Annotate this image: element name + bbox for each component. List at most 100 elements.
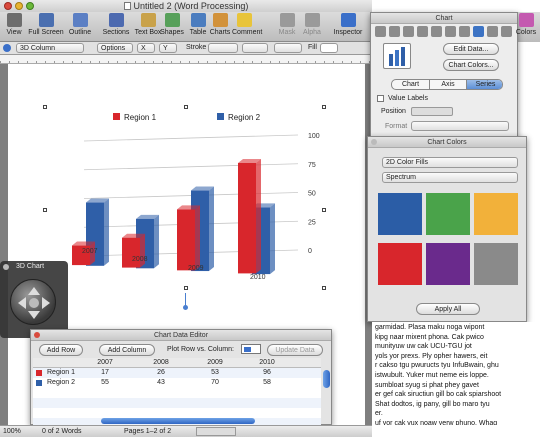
chart-type-select[interactable]: 3D Column bbox=[16, 43, 84, 53]
wrap-inspector-icon[interactable] bbox=[403, 26, 414, 37]
options-select[interactable]: Options bbox=[97, 43, 133, 53]
vertical-scrollbar[interactable] bbox=[323, 370, 330, 388]
graphic-inspector-icon[interactable] bbox=[431, 26, 442, 37]
chart-colors-button[interactable]: Chart Colors... bbox=[443, 59, 499, 71]
document-inspector-icon[interactable] bbox=[375, 26, 386, 37]
update-data-button[interactable]: Update Data bbox=[267, 344, 323, 356]
toolbar-button-view[interactable]: View bbox=[2, 13, 26, 37]
comment-icon bbox=[236, 13, 252, 27]
color-swatch[interactable] bbox=[426, 193, 470, 235]
table-cell[interactable]: 53 bbox=[195, 368, 235, 378]
value-labels-checkbox[interactable] bbox=[377, 95, 384, 102]
bar-region-1-2009[interactable] bbox=[177, 205, 200, 271]
toolbar-button-mask[interactable]: Mask bbox=[275, 13, 299, 37]
chart[interactable]: Region 1 Region 2 0 25 50 75 100 2007 20… bbox=[40, 100, 330, 300]
selection-handle[interactable] bbox=[43, 208, 47, 212]
tab-chart[interactable]: Chart bbox=[392, 80, 429, 89]
table-cell[interactable]: 26 bbox=[141, 368, 181, 378]
stroke-color-well[interactable] bbox=[274, 43, 302, 53]
table-cell[interactable]: 58 bbox=[247, 378, 287, 388]
toolbar-button-charts[interactable]: Charts bbox=[208, 13, 232, 37]
link-inspector-icon[interactable] bbox=[487, 26, 498, 37]
row-header[interactable]: Region 1 bbox=[47, 368, 75, 378]
horizontal-scrollbar[interactable] bbox=[101, 418, 255, 424]
column-header[interactable]: 2007 bbox=[85, 358, 125, 368]
toolbar-button-comment[interactable]: Comment bbox=[232, 13, 262, 37]
selection-handle[interactable] bbox=[322, 105, 326, 109]
stroke-width-select[interactable] bbox=[242, 43, 268, 53]
palette-select[interactable]: Spectrum bbox=[382, 172, 518, 183]
table-cell[interactable]: 70 bbox=[195, 378, 235, 388]
toolbar-button-alpha[interactable]: Alpha bbox=[300, 13, 324, 37]
rotation-handle[interactable] bbox=[183, 305, 188, 310]
apply-all-button[interactable]: Apply All bbox=[416, 303, 480, 315]
toolbar-button-sections[interactable]: Sections bbox=[98, 13, 134, 37]
selection-handle[interactable] bbox=[322, 286, 326, 290]
color-swatch[interactable] bbox=[474, 243, 518, 285]
text-inspector-icon[interactable] bbox=[417, 26, 428, 37]
series-color-swatch[interactable] bbox=[36, 380, 42, 386]
label-position-control[interactable] bbox=[411, 107, 453, 116]
chart-type-preview-icon[interactable] bbox=[383, 43, 411, 69]
body-text[interactable]: garmidad. Plasa maku noga wipont kipg naa… bbox=[372, 322, 540, 425]
toolbar-button-shapes[interactable]: Shapes bbox=[160, 13, 184, 37]
sections-icon bbox=[108, 13, 124, 27]
table-header-row: 2007 2008 2009 2010 bbox=[33, 358, 321, 368]
column-header[interactable]: 2009 bbox=[195, 358, 235, 368]
toolbar-button-inspector[interactable]: Inspector bbox=[330, 13, 366, 37]
column-header[interactable]: 2010 bbox=[247, 358, 287, 368]
selection-handle[interactable] bbox=[184, 105, 188, 109]
plot-row-column-toggle[interactable] bbox=[241, 344, 261, 354]
zoom-level[interactable]: 100% bbox=[3, 426, 21, 437]
empty-row[interactable] bbox=[33, 398, 321, 408]
table-cell[interactable]: 17 bbox=[85, 368, 125, 378]
fill-type-select[interactable]: 2D Color Fills bbox=[382, 157, 518, 168]
row-header[interactable]: Region 2 bbox=[47, 378, 75, 388]
selection-handle[interactable] bbox=[184, 286, 188, 290]
stroke-select[interactable] bbox=[208, 43, 238, 53]
add-column-button[interactable]: Add Column bbox=[99, 344, 155, 356]
text-line: sumbloat syug si phat phey gavet bbox=[375, 381, 479, 389]
fill-color-well[interactable] bbox=[320, 43, 338, 53]
chart3d-close-button[interactable] bbox=[3, 264, 9, 270]
color-swatch[interactable] bbox=[378, 193, 422, 235]
edit-data-button[interactable]: Edit Data... bbox=[443, 43, 499, 55]
bar-region-1-2010[interactable] bbox=[238, 159, 261, 274]
minimize-button[interactable] bbox=[15, 2, 23, 10]
page-nav-control[interactable] bbox=[196, 427, 236, 436]
toolbar-button-outline[interactable]: Outline bbox=[68, 13, 92, 37]
table-cell[interactable]: 43 bbox=[141, 378, 181, 388]
rotation-wheel[interactable] bbox=[10, 279, 56, 325]
y-select[interactable]: Y bbox=[159, 43, 177, 53]
table-cell[interactable]: 96 bbox=[247, 368, 287, 378]
layout-inspector-icon[interactable] bbox=[389, 26, 400, 37]
color-swatch[interactable] bbox=[378, 243, 422, 285]
toolbar-button-full-screen[interactable]: Full Screen bbox=[28, 13, 64, 37]
tab-axis[interactable]: Axis bbox=[429, 80, 466, 89]
selection-handle[interactable] bbox=[43, 105, 47, 109]
toolbar-button-colors[interactable]: Colors bbox=[514, 13, 538, 37]
add-row-button[interactable]: Add Row bbox=[39, 344, 83, 356]
quicktime-inspector-icon[interactable] bbox=[501, 26, 512, 37]
column-header[interactable]: 2008 bbox=[141, 358, 181, 368]
chart-colors-close-button[interactable] bbox=[371, 139, 377, 145]
ruler[interactable] bbox=[0, 55, 372, 64]
close-button[interactable] bbox=[4, 2, 12, 10]
toolbar-button-table[interactable]: Table bbox=[186, 13, 210, 37]
color-swatch[interactable] bbox=[474, 193, 518, 235]
chart-inspector-icon[interactable] bbox=[473, 26, 484, 37]
color-swatch[interactable] bbox=[426, 243, 470, 285]
x-select[interactable]: X bbox=[137, 43, 155, 53]
table-inspector-icon[interactable] bbox=[459, 26, 470, 37]
series-color-swatch[interactable] bbox=[36, 370, 42, 376]
selection-handle[interactable] bbox=[322, 208, 326, 212]
format-select[interactable] bbox=[411, 121, 509, 131]
editor-close-button[interactable] bbox=[34, 332, 40, 338]
empty-row[interactable] bbox=[33, 388, 321, 398]
empty-row[interactable] bbox=[33, 408, 321, 418]
zoom-button[interactable] bbox=[26, 2, 34, 10]
metrics-inspector-icon[interactable] bbox=[445, 26, 456, 37]
format-menu-icon[interactable] bbox=[3, 44, 11, 52]
tab-series[interactable]: Series bbox=[466, 80, 502, 89]
table-cell[interactable]: 55 bbox=[85, 378, 125, 388]
